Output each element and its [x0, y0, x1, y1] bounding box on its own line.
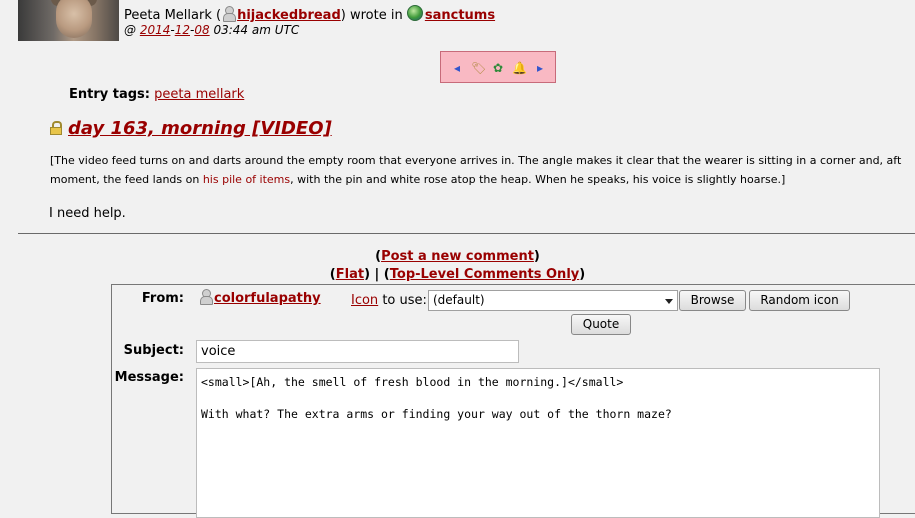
lock-icon [50, 121, 62, 135]
random-icon-button[interactable]: Random icon [749, 290, 850, 311]
entry-nav-box: ◂ 🏷 ✿ 🔔 ▸ [440, 51, 556, 83]
message-label: Message: [114, 370, 184, 385]
entry-date: @ 2014-12-08 03:44 am UTC [124, 23, 300, 37]
poster-name: Peeta Mellark [124, 8, 212, 23]
entry-speech: I need help. [49, 206, 126, 221]
top-level-comments-link[interactable]: Top-Level Comments Only [390, 267, 580, 282]
icon-to-use-label: Icon to use: [351, 293, 427, 308]
divider [18, 233, 915, 234]
post-new-comment-link[interactable]: Post a new comment [381, 249, 534, 264]
chevron-down-icon [665, 299, 673, 304]
from-user: colorfulapathy [198, 289, 321, 306]
entry-tags: Entry tags: peeta mellark [69, 87, 245, 102]
date-day-link[interactable]: 08 [194, 23, 209, 37]
flat-view-link[interactable]: Flat [336, 267, 364, 282]
previous-entry-icon[interactable]: ◂ [454, 61, 460, 75]
community-link[interactable]: sanctums [425, 8, 495, 23]
community-icon[interactable] [406, 5, 423, 21]
comment-form: From: colorfulapathy Icon to use: (defau… [111, 284, 915, 518]
entry-title-row: day 163, morning [VIDEO] [50, 118, 332, 139]
tag-entry-icon[interactable]: 🏷 [471, 61, 486, 75]
date-year-link[interactable]: 2014 [140, 23, 171, 37]
entry-title-link[interactable]: day 163, morning [VIDEO] [68, 118, 332, 139]
track-entry-icon[interactable]: 🔔 [512, 61, 527, 75]
add-memory-icon[interactable]: ✿ [493, 61, 503, 75]
quote-button[interactable]: Quote [571, 314, 631, 335]
user-icon[interactable] [222, 6, 237, 22]
user-icon[interactable] [199, 289, 213, 305]
tag-link[interactable]: peeta mellark [154, 87, 244, 102]
subject-label: Subject: [123, 343, 184, 358]
browse-button[interactable]: Browse [679, 290, 746, 311]
entry-text-line: moment, the feed lands on his pile of it… [50, 173, 786, 186]
icon-select[interactable]: (default) [428, 290, 678, 311]
next-entry-icon[interactable]: ▸ [537, 61, 543, 75]
view-options-row: (Flat) | (Top-Level Comments Only) [329, 267, 586, 282]
poster-avatar[interactable] [18, 0, 119, 41]
entry-body: [The video feed turns on and darts aroun… [50, 151, 915, 189]
poster-line: Peeta Mellark (hijackedbread) wrote in s… [124, 5, 495, 23]
message-textarea[interactable]: <small>[Ah, the smell of fresh blood in … [196, 368, 880, 518]
pile-of-items-link[interactable]: his pile of items [203, 173, 290, 186]
icon-help-link[interactable]: Icon [351, 293, 378, 308]
poster-username-link[interactable]: hijackedbread [237, 8, 341, 23]
date-month-link[interactable]: 12 [175, 23, 190, 37]
post-comment-row: (Post a new comment) [375, 249, 540, 264]
subject-input[interactable]: voice [196, 340, 519, 363]
from-label: From: [141, 291, 184, 306]
from-username-link[interactable]: colorfulapathy [214, 291, 321, 306]
entry-text-line: [The video feed turns on and darts aroun… [50, 154, 902, 167]
